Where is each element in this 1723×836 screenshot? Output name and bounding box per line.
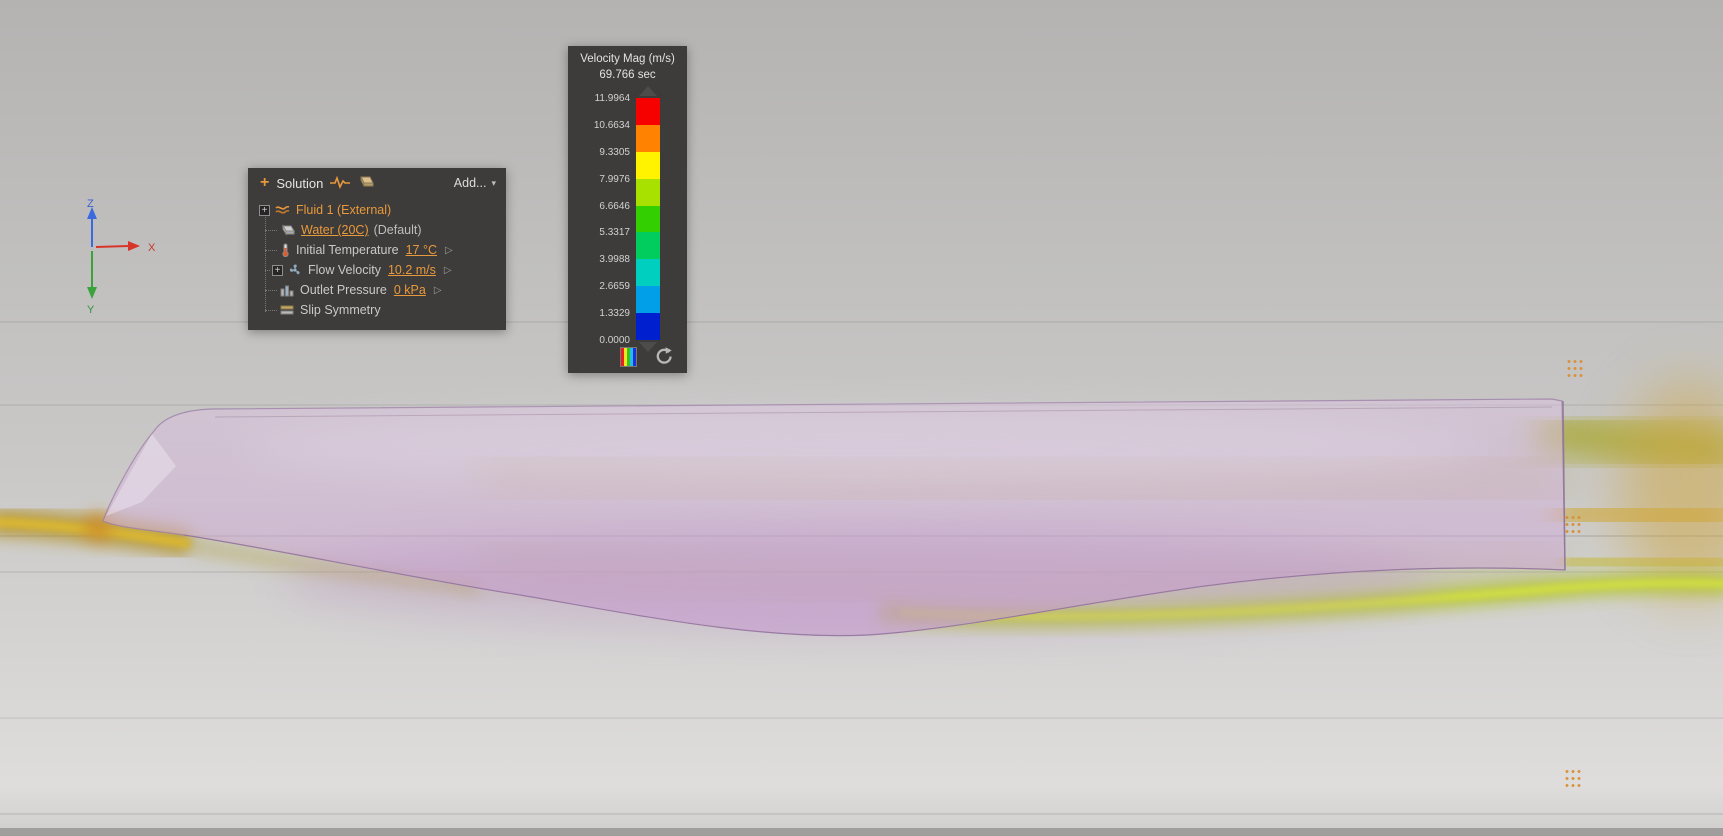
pressure-flyout-icon[interactable]: ▷ <box>434 285 442 296</box>
expand-icon[interactable]: + <box>272 264 283 276</box>
legend-color-segment <box>636 286 660 313</box>
x-axis-arrow <box>128 241 140 251</box>
legend-tick-label: 6.6646 <box>599 200 630 212</box>
material-icon <box>280 224 295 236</box>
legend-tick-label: 5.3317 <box>599 227 630 239</box>
chevron-down-icon: ▾ <box>491 177 496 188</box>
pressure-gauge-icon <box>280 284 294 297</box>
legend-tick-label: 3.9988 <box>599 254 630 266</box>
y-axis-label: Y <box>87 304 95 316</box>
legend-color-segment <box>636 178 660 206</box>
material-link[interactable]: Water (20C) <box>301 223 369 237</box>
add-button[interactable]: Add... ▾ <box>454 176 496 190</box>
pressure-value[interactable]: 0 kPa <box>394 283 426 297</box>
slip-label: Slip Symmetry <box>300 303 381 317</box>
velocity-label: Flow Velocity <box>308 263 381 277</box>
solution-panel: + Solution Add... ▾ + Fluid 1 (External)… <box>248 168 506 330</box>
legend-tick-label: 10.6634 <box>593 119 630 131</box>
legend-max-arrow-icon[interactable] <box>639 86 657 96</box>
solution-tree: + Fluid 1 (External) Water (20C) (Defaul… <box>248 198 506 320</box>
tree-item-pressure[interactable]: Outlet Pressure 0 kPa ▷ <box>248 280 506 300</box>
solution-plus-icon: + <box>260 174 270 191</box>
axis-triad[interactable]: Z X Y <box>60 195 170 320</box>
tree-item-velocity[interactable]: + Flow Velocity 10.2 m/s ▷ <box>248 260 506 280</box>
tree-item-temperature[interactable]: Initial Temperature 17 °C ▷ <box>248 240 506 260</box>
expand-icon[interactable]: + <box>259 204 270 216</box>
eraser-icon[interactable] <box>357 175 375 191</box>
pressure-label: Outlet Pressure <box>300 283 387 297</box>
z-axis-label: Z <box>87 198 94 210</box>
plane-drag-handle-middle[interactable] <box>1563 512 1581 534</box>
slip-symmetry-icon <box>280 304 294 316</box>
flow-velocity-icon <box>288 263 302 277</box>
viewport-3d[interactable]: Z X Y + Solution Add... ▾ + Fluid 1 (Ext… <box>0 0 1723 836</box>
temperature-value[interactable]: 17 °C <box>406 243 437 257</box>
reset-legend-icon[interactable] <box>654 346 674 366</box>
temperature-flyout-icon[interactable]: ▷ <box>445 245 453 256</box>
legend-tick-label: 1.3329 <box>599 308 630 320</box>
solution-panel-header: + Solution Add... ▾ <box>248 168 506 198</box>
temperature-label: Initial Temperature <box>296 243 399 257</box>
velocity-value[interactable]: 10.2 m/s <box>388 263 436 277</box>
plane-drag-handle-bottom[interactable] <box>1563 766 1581 788</box>
tree-item-fluid[interactable]: + Fluid 1 (External) <box>248 200 506 220</box>
legend-timestamp: 69.766 sec <box>599 69 656 81</box>
colorbar-settings-icon[interactable] <box>620 347 637 367</box>
legend-color-segment <box>636 205 660 233</box>
legend-tick-label: 9.3305 <box>599 146 630 158</box>
legend-toolbar <box>568 346 687 368</box>
legend-colorbar <box>636 98 660 340</box>
legend-tick-label: 7.9976 <box>599 173 630 185</box>
plane-drag-handle-top[interactable] <box>1565 356 1583 378</box>
cfd-scene[interactable] <box>0 0 1723 836</box>
legend-title: Velocity Mag (m/s) <box>580 53 675 65</box>
add-button-label: Add... <box>453 176 487 190</box>
velocity-legend-panel: Velocity Mag (m/s) 69.766 sec 11.9964 10.… <box>568 46 687 373</box>
legend-color-segment <box>636 313 660 340</box>
legend-color-segment <box>636 98 660 125</box>
legend-ticks: 11.9964 10.6634 9.3305 7.9976 6.6646 5.3317 3.… <box>568 93 630 346</box>
velocity-flyout-icon[interactable]: ▷ <box>444 265 452 276</box>
x-axis-label: X <box>148 242 156 254</box>
tree-item-slip[interactable]: Slip Symmetry <box>248 300 506 320</box>
legend-color-segment <box>636 151 660 179</box>
legend-color-segment <box>636 259 660 287</box>
pulse-icon[interactable] <box>330 175 351 192</box>
material-default-suffix: (Default) <box>373 223 422 237</box>
legend-tick-label: 0.0000 <box>599 335 630 346</box>
y-axis-arrow <box>87 287 97 299</box>
legend-color-segment <box>636 232 660 260</box>
legend-tick-label: 2.6659 <box>599 281 630 293</box>
boat-hull[interactable] <box>102 398 1566 637</box>
thermometer-icon <box>280 243 290 257</box>
fluid-label: Fluid 1 (External) <box>296 203 392 217</box>
fluid-icon <box>275 204 290 216</box>
solution-panel-title: Solution <box>276 175 324 191</box>
legend-tick-label: 11.9964 <box>594 93 630 104</box>
legend-color-segment <box>636 124 660 152</box>
tree-item-material[interactable]: Water (20C) (Default) <box>248 220 506 240</box>
